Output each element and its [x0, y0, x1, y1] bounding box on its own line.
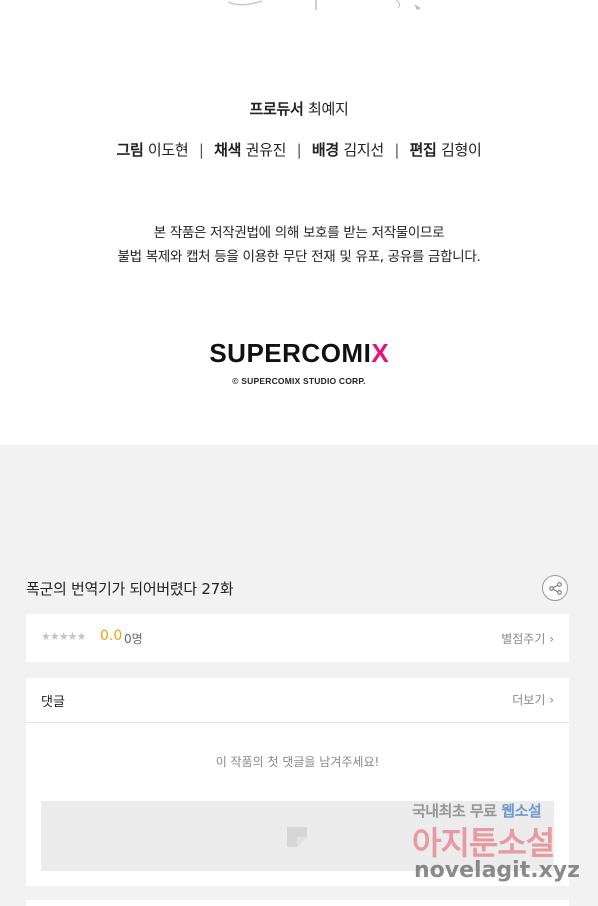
artwork-fragment: [227, 0, 421, 10]
supercomix-logo: SUPERCOMIX: [0, 338, 598, 369]
share-icon: [549, 582, 562, 595]
rating-count: 0명: [124, 632, 143, 646]
rating-card: ★★★★★ 0.0 0명 별점주기 ›: [26, 614, 569, 662]
comments-title: 댓글: [41, 695, 65, 710]
watermark-url: novelagit.xyz: [414, 858, 580, 883]
logo-wordmark: SUPERCOMI: [209, 338, 372, 368]
comment-placeholder-icon: [287, 827, 307, 847]
color-role: 채색: [214, 141, 242, 159]
copyright-notice-line2: 불법 복제와 캡처 등을 이용한 무단 전재 및 유포, 공유를 금합니다.: [117, 249, 481, 265]
next-card-edge: [26, 900, 569, 906]
share-button[interactable]: [542, 575, 568, 601]
copyright-notice-line1: 본 작품은 저작권법에 의해 보호를 받는 저작물이므로: [153, 225, 445, 241]
edit-role: 편집: [409, 141, 437, 159]
site-watermark: 국내최초 무료 웹소설 아지툰소설 novelagit.xyz: [412, 800, 582, 890]
art-role: 그림: [116, 141, 144, 159]
rating-value: 0.0: [100, 628, 123, 644]
producer-name: 최예지: [307, 100, 349, 118]
comments-header: 댓글 더보기 ›: [26, 678, 569, 723]
more-comments-button[interactable]: 더보기 ›: [512, 691, 554, 708]
episode-title: 폭군의 번역기가 되어버렸다 27화: [26, 580, 234, 598]
star-rating-icons: ★★★★★: [41, 630, 86, 643]
credit-separator: |: [296, 141, 302, 159]
logo-x-mark: X: [371, 338, 389, 368]
empty-comments-message: 이 작품의 첫 댓글을 남겨주세요!: [215, 755, 380, 769]
credit-separator: |: [394, 141, 400, 159]
end-of-episode-section: 프로듀서 최예지 그림 이도현 | 채색 권유진 | 배경 김지선 | 편집 김…: [0, 0, 598, 445]
publisher-copyright: © SUPERCOMIX STUDIO CORP.: [232, 376, 366, 386]
color-name: 권유진: [245, 141, 287, 159]
credit-separator: |: [198, 141, 204, 159]
producer-role: 프로듀서: [249, 100, 304, 118]
art-name: 이도현: [147, 141, 189, 159]
background-name: 김지선: [343, 141, 384, 159]
edit-name: 김형이: [441, 141, 482, 159]
rate-button[interactable]: 별점주기 ›: [501, 630, 554, 647]
background-role: 배경: [311, 141, 339, 159]
staff-credits: 그림 이도현 | 채색 권유진 | 배경 김지선 | 편집 김형이: [0, 139, 598, 160]
producer-credit: 프로듀서 최예지: [0, 98, 598, 119]
